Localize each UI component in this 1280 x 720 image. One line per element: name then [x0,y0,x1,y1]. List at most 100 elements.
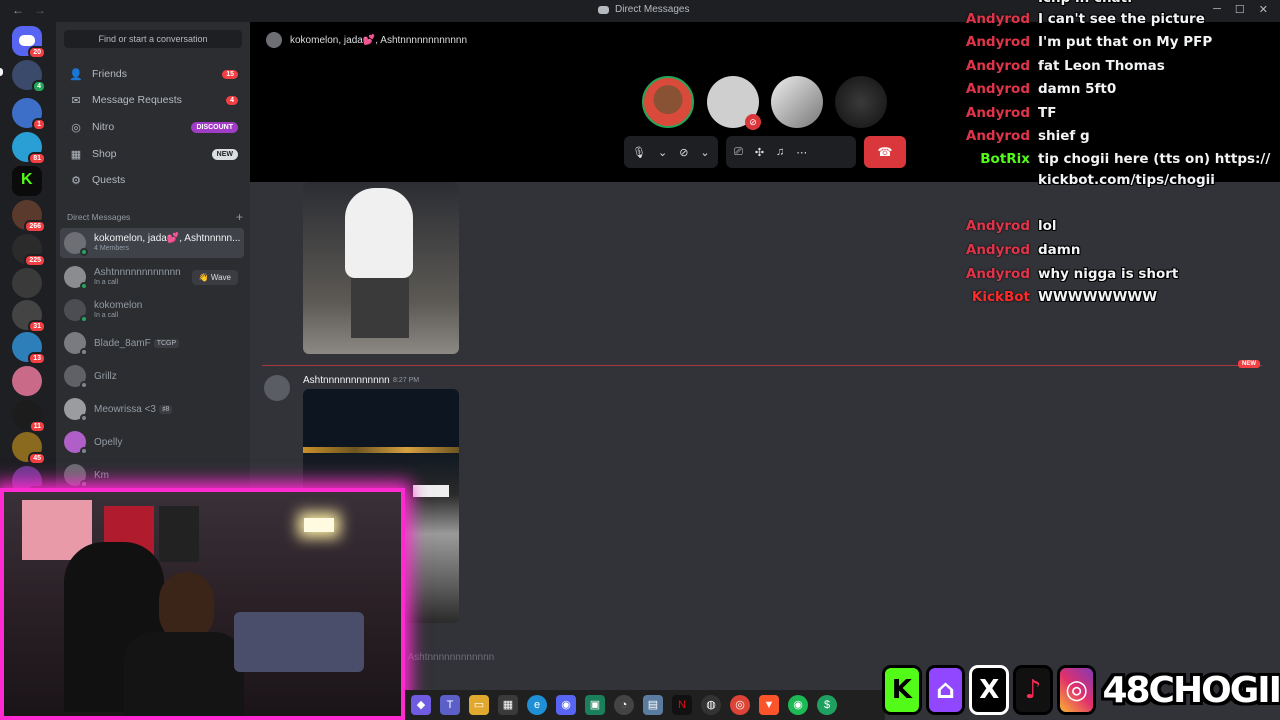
message-image-attachment[interactable] [303,182,459,354]
city-lights [303,447,459,453]
server-icon[interactable]: 31 [12,300,46,333]
forward-arrow-icon[interactable]: → [34,3,46,17]
taskbar: ◆ T ▭ ▦ e ◉ ▣ ◔ ▤ N ◍ ◎ ▼ ◉ $ [405,690,885,720]
nav-message-requests[interactable]: ✉ Message Requests 4 [64,88,244,112]
participant-avatar[interactable] [642,76,694,128]
chevron-down-icon[interactable]: ⌄ [658,146,667,159]
dm-name: Meowrissa <3 [94,403,156,415]
camera-off-icon[interactable]: ⊘ [679,146,688,159]
activity-controls: ⎚ ✣ ♫ ⋯ [726,136,856,168]
app-icon[interactable]: $ [817,695,837,715]
kick-server-icon[interactable]: K [12,166,42,196]
server-icon[interactable] [12,366,42,396]
hang-up-button[interactable]: ☎ [864,136,906,168]
image-subject [345,188,413,278]
server-icon[interactable]: 1 [12,98,46,131]
chat-text: fat Leon Thomas [1038,58,1165,74]
avatar [64,464,88,488]
new-messages-badge: NEW [1238,360,1260,368]
activities-icon[interactable]: ✣ [755,146,764,159]
chat-text: Ichp in chat. [1038,0,1274,9]
create-dm-plus-icon[interactable]: + [236,210,243,224]
avatar [64,365,88,389]
chat-line: Andyrod TF [960,103,1280,124]
chat-line: Andyrod fat Leon Thomas [960,56,1280,77]
participant-avatar[interactable] [835,76,887,128]
status-icon [80,480,88,488]
server-badge: 20 [28,46,46,59]
quests-icon: ⚙ [71,174,81,187]
server-icon[interactable]: 45 [12,432,46,465]
dm-name: Km [94,469,109,481]
dm-item[interactable]: Opelly [60,427,244,457]
discord-taskbar-icon[interactable]: ◉ [556,695,576,715]
dm-item[interactable]: Grillz [60,361,244,391]
app-icon[interactable]: ◔ [614,695,634,715]
server-icon[interactable]: 266 [12,200,46,233]
more-options-icon[interactable]: ⋯ [796,146,807,159]
phone-hangup-icon: ☎ [877,145,893,159]
kick-logo-icon: K [882,665,922,715]
dm-item[interactable]: kokomelon In a call [60,295,244,325]
dm-item-group[interactable]: kokomelon, jada💕, Ashtnnnnn... 4 Members [60,228,244,258]
teams-icon[interactable]: T [440,695,460,715]
kick-logo-icon: K [21,171,33,188]
avatar [64,332,88,356]
instagram-logo-icon: ◎ [1056,665,1097,715]
chat-line: Andyrod lol [960,216,1280,237]
nav-quests[interactable]: ⚙ Quests [64,168,244,192]
file-explorer-icon[interactable]: ▭ [469,695,489,715]
app-icon[interactable]: ◉ [788,695,808,715]
server-icon[interactable]: 81 [12,132,46,165]
server-icon[interactable]: 4 [12,60,46,93]
message-avatar[interactable] [264,375,290,401]
avatar [64,299,88,323]
message-input[interactable]: 💕, Ashtnnnnnnnnnnnn [390,652,494,663]
nav-label: Shop [92,148,117,160]
nitro-icon: ◎ [71,121,81,134]
store-icon[interactable]: ▦ [498,695,518,715]
soundboard-icon[interactable]: ♫ [776,146,784,158]
dm-item[interactable]: Km [60,460,244,490]
dm-name: kokomelon [94,300,143,311]
chat-user: Andyrod [965,34,1030,50]
participant-avatar[interactable] [771,76,823,128]
chat-text: lol [1038,218,1057,234]
dm-item[interactable]: Meowrissa <3 ♯8 [60,394,244,424]
chrome-icon[interactable]: ◎ [730,695,750,715]
app-icon[interactable]: ▣ [585,695,605,715]
window-title: Direct Messages [598,4,689,15]
back-arrow-icon[interactable]: ← [12,3,24,17]
microphone-icon[interactable]: 🎙 [632,146,646,159]
dm-item[interactable]: Blade_8amF TCGP [60,328,244,358]
nav-nitro[interactable]: ◎ Nitro DISCOUNT [64,115,244,139]
wave-button[interactable]: 👋 Wave [191,269,238,285]
find-conversation-button[interactable]: Find or start a conversation [64,30,242,48]
home-server-button[interactable]: 20 [12,26,46,59]
screen-share-icon[interactable]: ⎚ [734,146,743,159]
edge-icon[interactable]: e [527,695,547,715]
message-author[interactable]: Ashtnnnnnnnnnnnn [303,375,390,386]
server-icon[interactable] [12,268,42,298]
participant-avatar[interactable]: ⊘ [707,76,761,130]
app-icon[interactable]: ▤ [643,695,663,715]
chat-text: shief g [1038,128,1090,144]
chat-user: Andyrod [965,81,1030,97]
friends-icon: 👤 [69,68,83,81]
app-icon[interactable]: ◍ [701,695,721,715]
server-icon[interactable]: 13 [12,332,46,365]
chat-line: Andyrod shief g [960,126,1280,147]
call-header: kokomelon, jada💕, Ashtnnnnnnnnnnnn [266,32,467,48]
server-icon[interactable]: 11 [12,400,46,433]
nav-friends[interactable]: 👤 Friends 15 [64,62,244,86]
server-icon[interactable]: 225 [12,234,46,267]
brave-icon[interactable]: ▼ [759,695,779,715]
dm-item[interactable]: Ashtnnnnnnnnnnnn In a call 👋 Wave [60,262,244,292]
server-badge: 1 [32,118,46,131]
nav-shop[interactable]: ▦ Shop NEW [64,142,244,166]
copilot-icon[interactable]: ◆ [411,695,431,715]
netflix-icon[interactable]: N [672,695,692,715]
chat-user: Andyrod [965,242,1030,258]
chevron-down-icon[interactable]: ⌄ [700,146,709,159]
chat-text: I can't see the picture [1038,11,1205,27]
